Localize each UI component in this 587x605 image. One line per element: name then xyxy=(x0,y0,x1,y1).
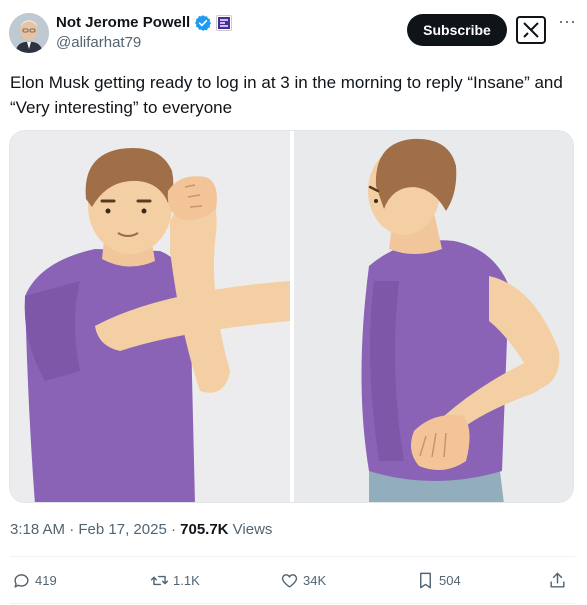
views-count: 705.7K xyxy=(180,521,229,538)
tweet-meta: 3:18 AM · Feb 17, 2025 · 705.7K Views xyxy=(10,521,272,538)
repost-button[interactable]: 1.1K xyxy=(150,565,200,595)
reply-icon xyxy=(14,573,29,588)
tweet-text: Elon Musk getting ready to log in at 3 i… xyxy=(10,73,563,117)
meta-separator: · xyxy=(65,521,79,538)
grok-icon[interactable] xyxy=(516,16,546,44)
bookmark-count: 504 xyxy=(439,572,461,588)
meme-panel-right xyxy=(294,131,573,502)
divider xyxy=(10,556,575,557)
tweet-header: Not Jerome Powell @alifarhat79 Subscribe… xyxy=(0,0,587,64)
author-handle[interactable]: @alifarhat79 xyxy=(56,34,141,51)
repost-count: 1.1K xyxy=(173,572,200,588)
reply-button[interactable]: 419 xyxy=(12,565,57,595)
affiliation-badge-icon xyxy=(216,15,233,31)
share-button[interactable] xyxy=(548,565,571,595)
avatar-image xyxy=(9,13,49,53)
tweet-media[interactable] xyxy=(9,130,574,503)
avatar[interactable] xyxy=(9,13,49,53)
subscribe-button[interactable]: Subscribe xyxy=(407,14,507,46)
tweet-time[interactable]: 3:18 AM xyxy=(10,521,65,538)
author-name[interactable]: Not Jerome Powell xyxy=(56,13,190,33)
views-label: Views xyxy=(228,521,273,538)
bookmark-button[interactable]: 504 xyxy=(416,565,461,595)
more-icon[interactable]: ··· xyxy=(554,12,580,34)
tweet-actions: 419 1.1K 34K 504 xyxy=(0,565,587,595)
share-icon xyxy=(550,572,565,588)
bookmark-icon xyxy=(420,572,431,588)
meta-separator: · xyxy=(166,521,181,538)
heart-icon xyxy=(281,573,298,588)
tweet-date[interactable]: Feb 17, 2025 xyxy=(78,521,166,538)
like-button[interactable]: 34K xyxy=(280,565,326,595)
like-count: 34K xyxy=(303,572,327,588)
reply-count: 419 xyxy=(35,572,57,588)
repost-icon xyxy=(150,575,169,585)
verified-badge-icon xyxy=(194,14,212,32)
divider xyxy=(10,603,575,604)
meme-panel-left xyxy=(10,131,290,502)
